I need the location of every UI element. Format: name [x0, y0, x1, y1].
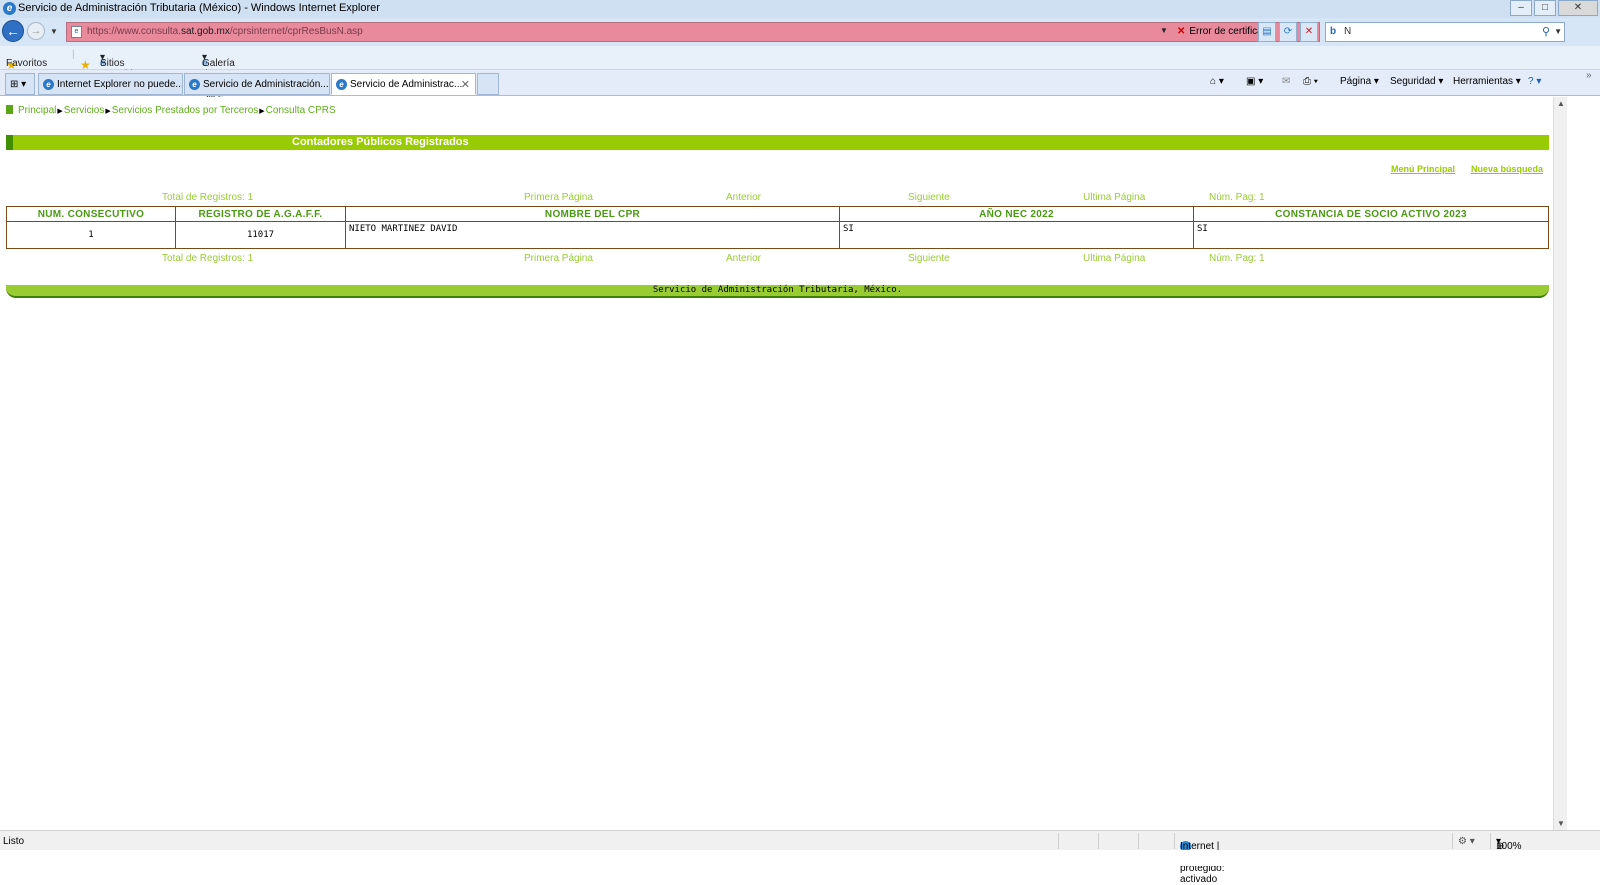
- new-tab-button[interactable]: [477, 73, 499, 95]
- cell-num: 1: [6, 221, 176, 249]
- tab-ie-error[interactable]: e Internet Explorer no puede...: [38, 73, 183, 95]
- tab-sat-active[interactable]: e Servicio de Administrac... ✕: [331, 73, 476, 95]
- quick-tabs-button[interactable]: ⊞ ▾: [5, 73, 35, 95]
- home-icon[interactable]: ⌂ ▾: [1210, 76, 1224, 87]
- col-nec-2022: AÑO NEC 2022: [839, 206, 1194, 222]
- breadcrumb-servicios[interactable]: Servicios: [64, 105, 105, 116]
- page-menu[interactable]: Página ▾: [1340, 76, 1379, 87]
- cert-error-icon: ✕: [1177, 26, 1186, 37]
- next-link[interactable]: Siguiente: [908, 192, 950, 203]
- protected-mode-icon[interactable]: ⚙ ▾: [1458, 836, 1475, 847]
- ie-tab-icon: e: [189, 79, 200, 90]
- close-tab-icon[interactable]: ✕: [461, 78, 470, 91]
- cell-constancia: SI: [1193, 221, 1549, 249]
- status-text: Listo: [3, 836, 25, 847]
- table-row: 1 11017 NIETO MARTINEZ DAVID SI SI: [6, 221, 1549, 249]
- arrow-right-icon: ▶: [259, 108, 265, 115]
- last-page-link[interactable]: Ultima Página: [1083, 192, 1145, 203]
- table-header-row: NUM. CONSECUTIVO REGISTRO DE A.G.A.F.F. …: [6, 206, 1549, 222]
- help-icon[interactable]: ? ▾: [1528, 76, 1541, 87]
- cell-nombre: NIETO MARTINEZ DAVID: [345, 221, 840, 249]
- print-icon[interactable]: ⎙ ▾: [1303, 76, 1318, 87]
- total-records: Total de Registros: 1: [162, 253, 254, 264]
- cell-registro: 11017: [175, 221, 346, 249]
- pager-top: Total de Registros: 1 Primera Página Ant…: [0, 192, 1553, 204]
- status-bar: Listo Internet | Modo protegido: activad…: [0, 830, 1600, 885]
- page-icon: e: [71, 26, 82, 38]
- feeds-icon[interactable]: ▣ ▾: [1246, 76, 1263, 87]
- page-number: Núm. Pag: 1: [1209, 192, 1265, 203]
- new-search-link[interactable]: Nueva búsqueda: [1471, 164, 1543, 174]
- arrow-right-icon: ▶: [105, 108, 111, 115]
- history-dropdown-icon[interactable]: ▼: [50, 27, 58, 36]
- main-menu-link[interactable]: Menú Principal: [1391, 164, 1455, 174]
- compatibility-view-icon[interactable]: ▤: [1258, 22, 1276, 42]
- breadcrumb-terceros[interactable]: Servicios Prestados por Terceros: [112, 105, 259, 116]
- breadcrumb-consulta[interactable]: Consulta CPRS: [266, 105, 336, 116]
- window-controls: – □ ✕: [1508, 0, 1598, 16]
- section-header-bar: Contadores Públicos Registrados: [6, 135, 1549, 150]
- stop-icon[interactable]: ✕: [1300, 22, 1318, 42]
- back-button[interactable]: ←: [2, 20, 24, 42]
- tools-menu[interactable]: Herramientas ▾: [1453, 76, 1521, 87]
- navigation-bar: ← → ▼ e https://www.consulta.sat.gob.mx/…: [0, 18, 1600, 46]
- col-nombre: NOMBRE DEL CPR: [345, 206, 840, 222]
- cell-nec: SI: [839, 221, 1194, 249]
- forward-button[interactable]: →: [27, 22, 45, 40]
- ie-logo-icon: e: [3, 2, 16, 15]
- first-page-link[interactable]: Primera Página: [524, 253, 593, 264]
- breadcrumb: Principal▶Servicios▶Servicios Prestados …: [6, 105, 336, 116]
- security-menu[interactable]: Seguridad ▾: [1390, 76, 1443, 87]
- search-options-icon[interactable]: ▼: [1554, 27, 1562, 36]
- breadcrumb-marker-icon: [6, 105, 13, 114]
- address-dropdown-icon[interactable]: ▼: [1160, 26, 1168, 35]
- tab-bar: ⊞ ▾ e Internet Explorer no puede... e Serv…: [0, 70, 1600, 96]
- webslice-gallery-button[interactable]: e Galería de Web Slice ▾: [202, 52, 235, 102]
- refresh-icon[interactable]: ⟳: [1279, 22, 1297, 42]
- tab-sat-1[interactable]: e Servicio de Administración...: [184, 73, 330, 95]
- previous-link[interactable]: Anterior: [726, 253, 761, 264]
- search-input[interactable]: N: [1344, 26, 1351, 37]
- previous-link[interactable]: Anterior: [726, 192, 761, 203]
- mail-icon[interactable]: ✉: [1282, 76, 1290, 87]
- maximize-button[interactable]: □: [1534, 0, 1556, 16]
- minimize-button[interactable]: –: [1510, 0, 1532, 16]
- col-constancia-2023: CONSTANCIA DE SOCIO ACTIVO 2023: [1193, 206, 1549, 222]
- search-icon[interactable]: ⚲: [1542, 25, 1550, 38]
- ie-tab-icon: e: [336, 79, 347, 90]
- scroll-up-icon[interactable]: ▲: [1557, 99, 1565, 108]
- page-number: Núm. Pag: 1: [1209, 253, 1265, 264]
- next-link[interactable]: Siguiente: [908, 253, 950, 264]
- arrow-right-icon: ▶: [57, 108, 63, 115]
- favorites-bar: ★ Favoritos | ★ e Sitios sugeridos ▾ e G…: [0, 46, 1600, 102]
- zoom-control[interactable]: ⊕ 100% ▾: [1496, 836, 1522, 852]
- pager-bottom: Total de Registros: 1 Primera Página Ant…: [0, 253, 1553, 265]
- page-content: Principal▶Servicios▶Servicios Prestados …: [0, 97, 1553, 830]
- col-num-consecutivo: NUM. CONSECUTIVO: [6, 206, 176, 222]
- results-table: NUM. CONSECUTIVO REGISTRO DE A.G.A.F.F. …: [6, 206, 1549, 249]
- close-window-button[interactable]: ✕: [1558, 0, 1598, 16]
- chevron-more-icon[interactable]: »: [1586, 70, 1592, 81]
- section-title: Contadores Públicos Registrados: [292, 136, 469, 148]
- breadcrumb-principal[interactable]: Principal: [18, 105, 56, 116]
- last-page-link[interactable]: Ultima Página: [1083, 253, 1145, 264]
- address-url[interactable]: https://www.consulta.sat.gob.mx/cprsinte…: [87, 26, 363, 37]
- total-records: Total de Registros: 1: [162, 192, 254, 203]
- vertical-scrollbar[interactable]: ▲ ▼: [1553, 97, 1567, 830]
- page-footer: Servicio de Administración Tributaria, M…: [6, 285, 1549, 298]
- scroll-down-icon[interactable]: ▼: [1557, 819, 1565, 828]
- suggested-sites-button[interactable]: e Sitios sugeridos ▾: [100, 52, 143, 80]
- window-titlebar: e Servicio de Administración Tributaria …: [0, 0, 1600, 18]
- first-page-link[interactable]: Primera Página: [524, 192, 593, 203]
- window-title: Servicio de Administración Tributaria (M…: [18, 2, 380, 14]
- col-registro: REGISTRO DE A.G.A.F.F.: [175, 206, 346, 222]
- search-box[interactable]: b N ⚲ ▼: [1325, 22, 1565, 42]
- address-bar[interactable]: e https://www.consulta.sat.gob.mx/cprsin…: [66, 22, 1320, 42]
- bing-icon: b: [1330, 26, 1337, 37]
- ie-tab-icon: e: [43, 79, 54, 90]
